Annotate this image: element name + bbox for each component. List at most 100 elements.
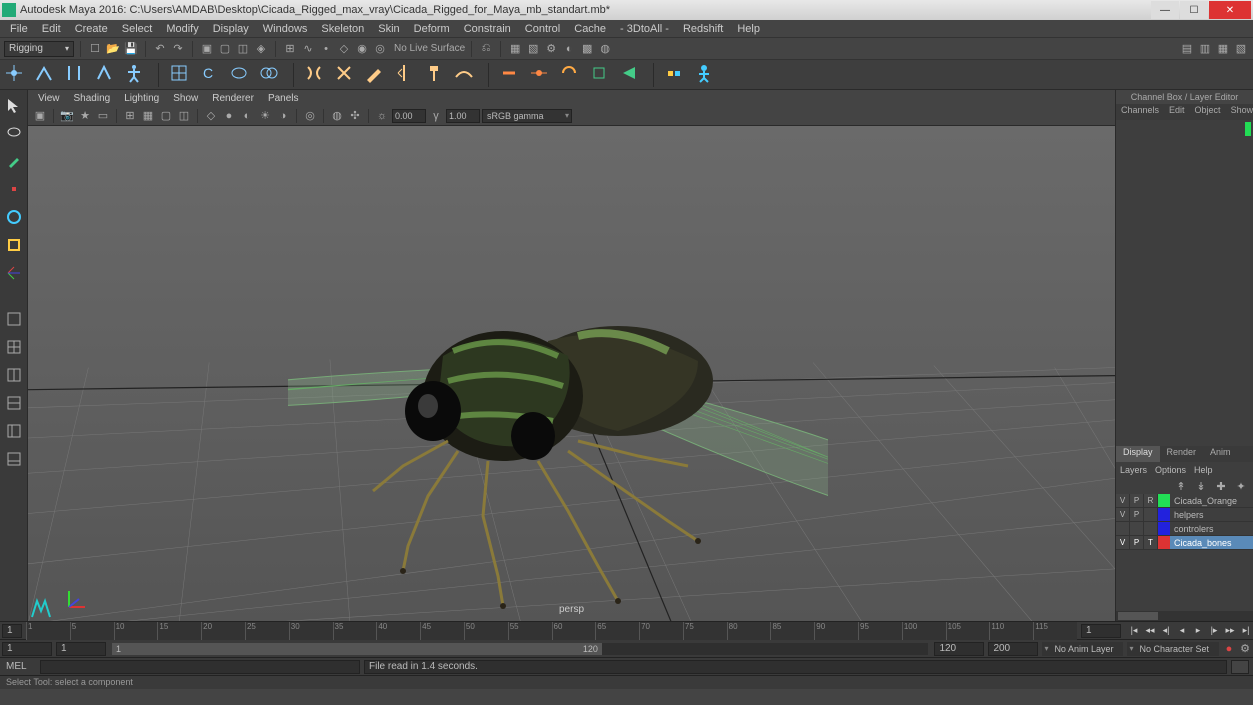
construction-history-icon[interactable]: ⎌ [478,41,494,57]
detach-skin-icon[interactable] [334,63,358,87]
step-back-icon[interactable]: ◂| [1159,624,1173,638]
two-pane-side-icon[interactable] [3,364,25,386]
new-scene-icon[interactable]: ☐ [87,41,103,57]
resolution-gate-icon[interactable]: ▢ [158,108,174,124]
layers-menu-layers[interactable]: Layers [1120,465,1147,475]
cicada-model[interactable] [288,266,828,621]
layer-name[interactable]: helpers [1170,510,1253,520]
layers-menu-options[interactable]: Options [1155,465,1186,475]
quick-rig-icon[interactable] [694,63,718,87]
script-editor-button[interactable] [1231,660,1249,674]
menu-redshift[interactable]: Redshift [677,22,729,36]
wireframe-icon[interactable]: ◇ [203,108,219,124]
anim-start-field[interactable]: 1 [2,642,52,656]
human-ik-icon[interactable] [124,63,148,87]
snap-live-icon[interactable]: ◉ [354,41,370,57]
prefs-icon[interactable]: ⚙ [1237,641,1253,657]
menu-help[interactable]: Help [731,22,766,36]
snap-plane-icon[interactable]: ◇ [336,41,352,57]
single-pane-icon[interactable] [3,308,25,330]
layer-color-swatch[interactable] [1158,522,1170,535]
cb-menu-channels[interactable]: Channels [1116,104,1164,120]
constraint-point-icon[interactable] [529,63,553,87]
layer-playback-toggle[interactable] [1130,522,1144,535]
ik-handle-icon[interactable] [34,63,58,87]
render-frame-icon[interactable]: ▦ [507,41,523,57]
open-scene-icon[interactable]: 📂 [105,41,121,57]
current-frame-field-left[interactable]: 1 [2,624,22,638]
grid-toggle-icon[interactable]: ⊞ [122,108,138,124]
viewport-3d[interactable]: persp [28,126,1115,621]
time-ruler[interactable]: 1510152025303540455055606570758085909510… [26,622,1077,640]
ipr-render-icon[interactable]: ▧ [525,41,541,57]
layers-menu-help[interactable]: Help [1194,465,1213,475]
vp-menu-show[interactable]: Show [167,93,204,104]
lattice-icon[interactable] [169,63,193,87]
exposure-value[interactable]: 0.00 [392,109,426,123]
play-back-icon[interactable]: ◂ [1175,624,1189,638]
select-mask-icon[interactable]: ◈ [253,41,269,57]
vp-menu-lighting[interactable]: Lighting [118,93,165,104]
make-live-icon[interactable]: ◎ [372,41,388,57]
constraint-aim-icon[interactable] [619,63,643,87]
constraint-orient-icon[interactable] [559,63,583,87]
maximize-button[interactable]: ☐ [1180,1,1208,19]
play-forward-icon[interactable]: ▸ [1191,624,1205,638]
menu-modify[interactable]: Modify [160,22,204,36]
weight-hammer-icon[interactable] [424,63,448,87]
layer-ref-toggle[interactable] [1144,508,1158,521]
hypershade-icon[interactable]: ◐ [561,41,577,57]
mirror-weights-icon[interactable] [394,63,418,87]
scale-tool-icon[interactable] [3,234,25,256]
two-pane-stack-icon[interactable] [3,392,25,414]
layer-ref-toggle[interactable] [1144,522,1158,535]
layer-row[interactable]: V P helpers [1116,508,1253,522]
layer-color-swatch[interactable] [1158,508,1170,521]
constraint-scale-icon[interactable] [589,63,613,87]
layer-row[interactable]: controlers [1116,522,1253,536]
render-view-icon[interactable]: ▩ [579,41,595,57]
select-tool-icon[interactable] [3,94,25,116]
layer-name[interactable]: controlers [1170,524,1253,534]
batch-render-icon[interactable]: ◍ [597,41,613,57]
move-tool-icon[interactable] [3,178,25,200]
step-forward-key-icon[interactable]: ▸▸ [1223,624,1237,638]
menu-skeleton[interactable]: Skeleton [315,22,370,36]
panel-layout-1-icon[interactable]: ▤ [1179,41,1195,57]
xray-joints-icon[interactable]: ✣ [347,108,363,124]
anim-end-field[interactable]: 200 [988,642,1038,656]
four-pane-icon[interactable] [3,336,25,358]
menu-file[interactable]: File [4,22,34,36]
layer-color-swatch[interactable] [1158,536,1170,549]
wrap-icon[interactable] [229,63,253,87]
character-set-dropdown[interactable]: No Character Set [1127,642,1219,656]
constraint-parent-icon[interactable] [499,63,523,87]
exposure-icon[interactable]: ☼ [374,108,390,124]
camera-attr-icon[interactable]: 📷 [59,108,75,124]
layer-playback-toggle[interactable]: P [1130,508,1144,521]
joint-tool-icon[interactable] [4,63,28,87]
outliner-persp-icon[interactable] [3,420,25,442]
layer-ref-toggle[interactable]: T [1144,536,1158,549]
mirror-joint-icon[interactable] [64,63,88,87]
menu-windows[interactable]: Windows [257,22,314,36]
set-driven-key-icon[interactable] [664,63,688,87]
bookmark-icon[interactable]: ★ [77,108,93,124]
gamma-icon[interactable]: γ [428,108,444,124]
select-component-icon[interactable]: ◫ [235,41,251,57]
playback-start-field[interactable]: 1 [56,642,106,656]
save-scene-icon[interactable]: 💾 [123,41,139,57]
go-to-start-icon[interactable]: |◂ [1127,624,1141,638]
orient-joint-icon[interactable] [94,63,118,87]
panel-layout-3-icon[interactable]: ▦ [1215,41,1231,57]
image-plane-icon[interactable]: ▭ [95,108,111,124]
layer-scrollbar[interactable] [1116,611,1253,621]
menu-control[interactable]: Control [519,22,566,36]
panel-layout-4-icon[interactable]: ▧ [1233,41,1249,57]
minimize-button[interactable]: — [1151,1,1179,19]
menu-skin[interactable]: Skin [372,22,405,36]
gate-mask-icon[interactable]: ◫ [176,108,192,124]
workspace-mode-dropdown[interactable]: Rigging▾ [4,41,74,57]
bind-skin-icon[interactable] [304,63,328,87]
panel-layout-2-icon[interactable]: ▥ [1197,41,1213,57]
